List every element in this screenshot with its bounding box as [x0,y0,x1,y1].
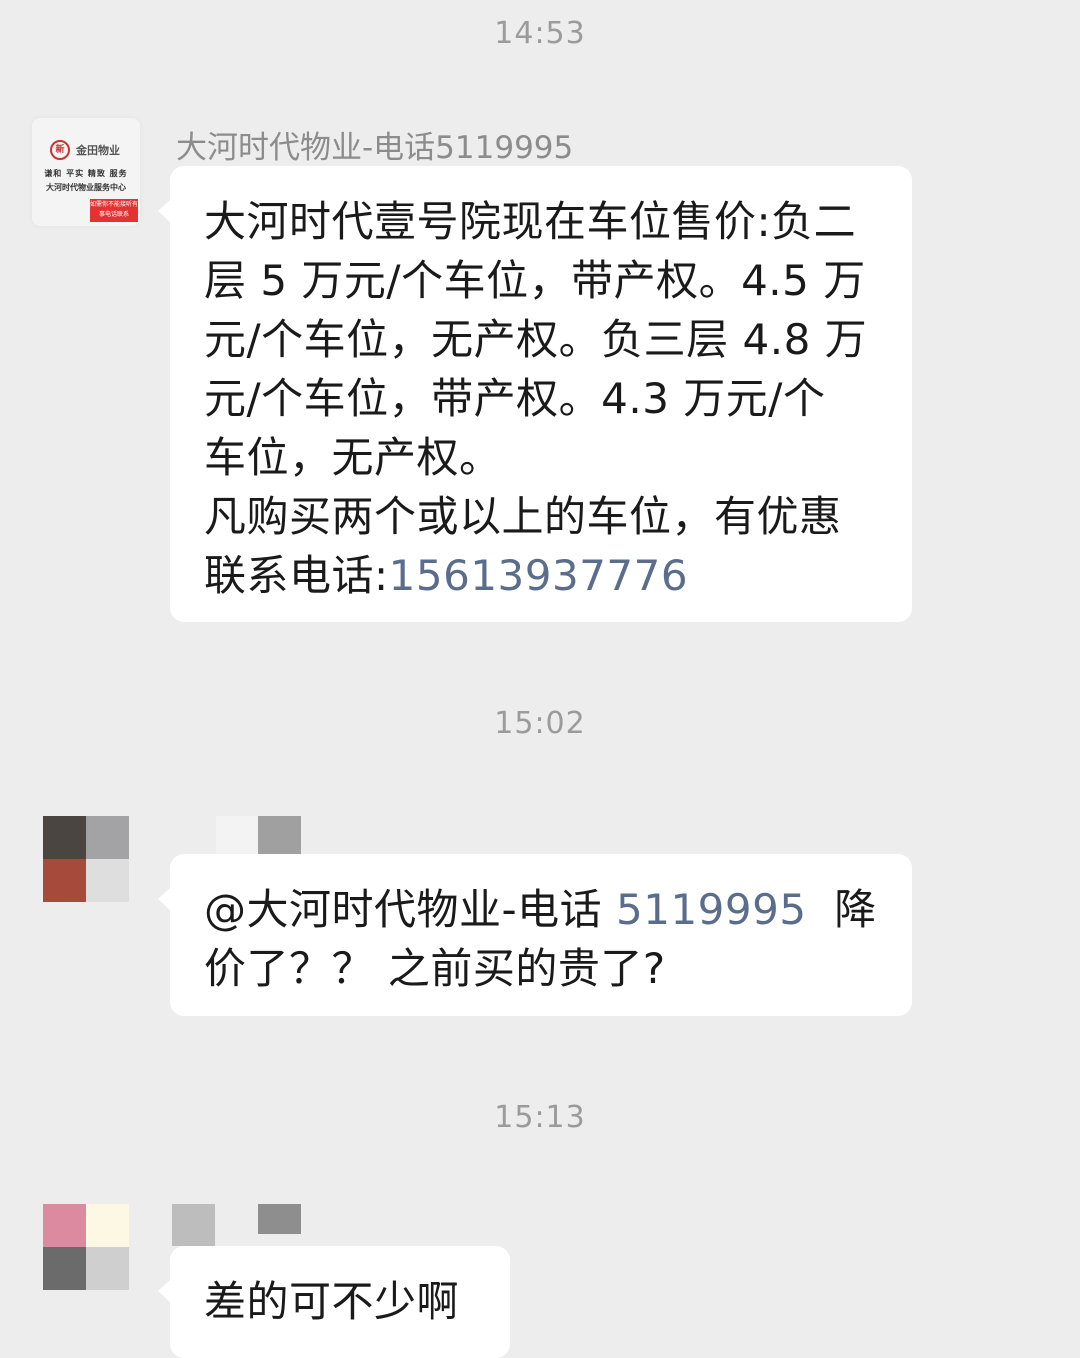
logo-company-name: 金田物业 [76,144,120,157]
message-line: 大河时代壹号院现在车位售价:负二 [204,197,857,246]
seal-icon: 新 [50,140,70,160]
avatar-pixel [43,816,86,859]
logo-slogan: 谦和 平实 精致 服务 [44,169,128,178]
message-line: 元/个车位，带产权。4.3 万元/个 [204,374,826,423]
mention-phone-link[interactable]: 5119995 [616,885,807,934]
message-bubble[interactable]: @大河时代物业-电话 5119995 降 价了？？ 之前买的贵了? [158,854,912,1016]
message-text: 差的可不少啊 [204,1277,460,1326]
message-line: 车位，无产权。 [204,433,502,482]
message-text: @大河时代物业-电话 5119995 降 价了？？ 之前买的贵了? [204,880,884,998]
mention-text: @大河时代物业-电话 [204,885,617,934]
timestamp: 14:53 [494,16,586,51]
message-bubble[interactable]: 大河时代壹号院现在车位售价:负二 层 5 万元/个车位，带产权。4.5 万 元/… [158,166,912,622]
sender-name-blurred [216,816,306,858]
logo-mark: 新 金田物业 [50,140,122,162]
message-line: 元/个车位，无产权。负三层 4.8 万 [204,315,868,364]
avatar-pixel [86,816,129,859]
phone-label: 联系电话: [204,551,389,600]
logo-red-tag: 如需你不能接听有事电话联系 [90,199,138,222]
avatar-pixel [86,1204,129,1247]
avatar-pixel [43,859,86,902]
sender-avatar-blurred[interactable] [43,816,151,924]
message-line: 降 [806,885,877,934]
avatar-pixel [86,1247,129,1290]
sender-name-blurred [172,1204,302,1246]
timestamp: 15:13 [494,1100,586,1135]
avatar-pixel [43,1204,86,1247]
sender-avatar-property-logo[interactable]: 新 金田物业 谦和 平实 精致 服务 大河时代物业服务中心 如需你不能接听有事电… [32,118,140,226]
message-line: 凡购买两个或以上的车位，有优惠 [204,492,842,541]
timestamp: 15:02 [494,706,586,741]
phone-number-link[interactable]: 15613937776 [389,551,688,600]
logo-center-name: 大河时代物业服务中心 [46,183,126,192]
avatar-pixel [86,859,129,902]
sender-name: 大河时代物业-电话5119995 [176,130,574,166]
avatar-pixel [43,1247,86,1290]
message-line: 价了？？ 之前买的贵了? [204,944,666,993]
message-line: 层 5 万元/个车位，带产权。4.5 万 [204,256,866,305]
message-bubble[interactable]: 差的可不少啊 [158,1246,510,1358]
sender-avatar-blurred[interactable] [43,1204,151,1312]
message-text: 大河时代壹号院现在车位售价:负二 层 5 万元/个车位，带产权。4.5 万 元/… [204,192,884,605]
